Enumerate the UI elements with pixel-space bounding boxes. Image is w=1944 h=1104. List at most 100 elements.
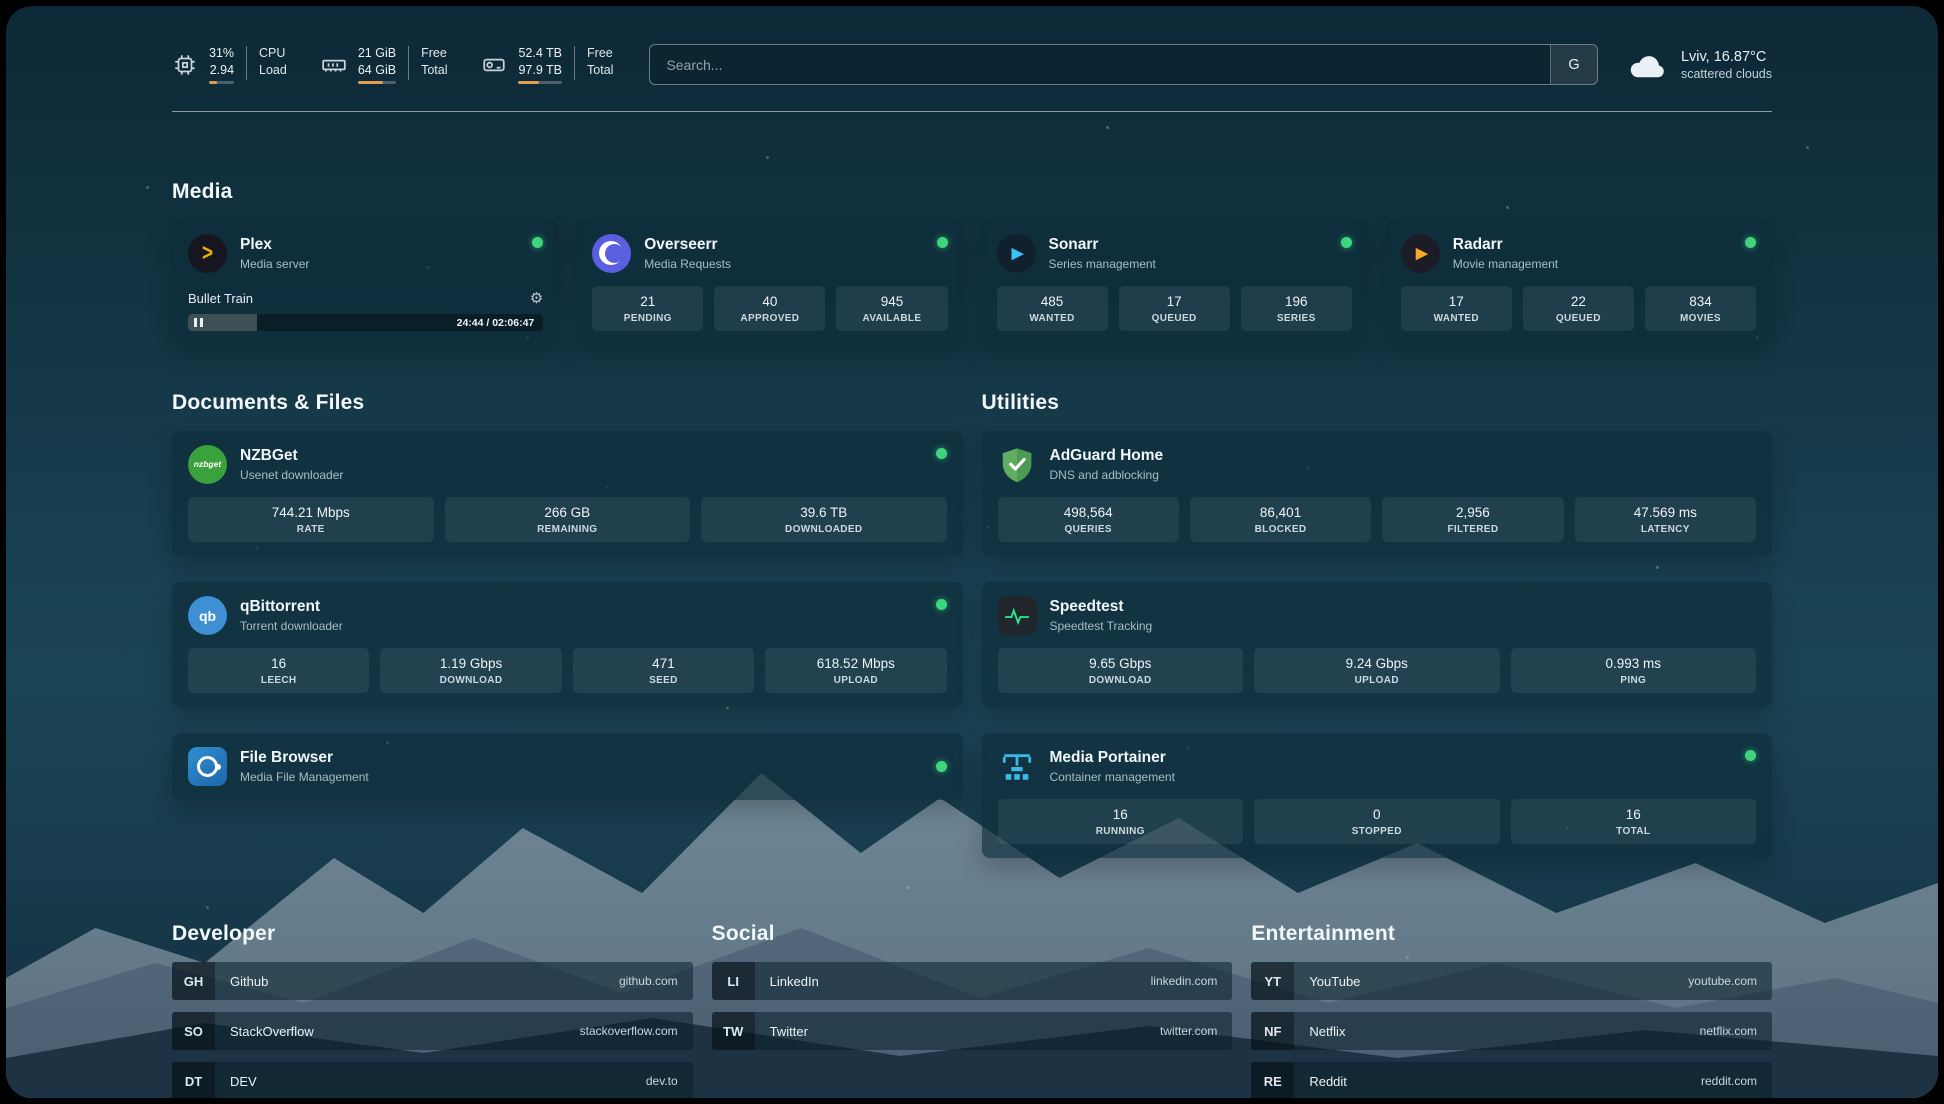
widget-divider [408, 46, 409, 81]
stat-total: 16 TOTAL [1511, 799, 1757, 844]
app-name: Media Portainer [1050, 749, 1175, 767]
search-input[interactable] [650, 45, 1550, 84]
settings-gear-icon[interactable] [530, 291, 543, 306]
bookmark-linkedin[interactable]: LI LinkedIn linkedin.com [712, 962, 1233, 1000]
ram-usage-bar [358, 81, 396, 84]
utilities-column: Utilities AdGuard Home DNS and [982, 391, 1773, 858]
disk-free: 52.4 TB [518, 45, 562, 62]
bookmark-url: youtube.com [1688, 974, 1757, 988]
app-name: Sonarr [1049, 236, 1156, 254]
status-dot [936, 448, 947, 459]
card-overseerr[interactable]: Overseerr Media Requests 21 PENDING 40 A… [576, 220, 963, 345]
weather-location-temp: Lviv, 16.87°C [1681, 49, 1772, 65]
bookmark-stackoverflow[interactable]: SO StackOverflow stackoverflow.com [172, 1012, 693, 1050]
ram-free: 21 GiB [358, 45, 396, 62]
bookmark-reddit[interactable]: RE Reddit reddit.com [1251, 1062, 1772, 1098]
bookmark-name: StackOverflow [230, 1024, 314, 1039]
bookmark-url: dev.to [646, 1074, 678, 1088]
stat-queued: 17 QUEUED [1119, 286, 1230, 331]
bookmark-abbr: NF [1251, 1012, 1294, 1050]
stat-latency: 47.569 ms LATENCY [1575, 497, 1756, 542]
speedtest-icon [998, 596, 1037, 635]
bookmark-url: github.com [619, 974, 678, 988]
section-media: Media > Plex Media server Bullet Train [172, 180, 1772, 345]
cpu-widget: 31% 2.94 CPU Load [172, 45, 287, 85]
disk-values: 52.4 TB 97.9 TB [518, 45, 562, 85]
cpu-percent: 31% [209, 45, 234, 62]
ram-total: 64 GiB [358, 62, 396, 79]
status-dot [1745, 750, 1756, 761]
bookmark-name: LinkedIn [770, 974, 819, 989]
media-card-grid: > Plex Media server Bullet Train [172, 220, 1772, 345]
search-box: G [649, 44, 1598, 85]
stat-leech: 16 LEECH [188, 648, 369, 693]
stat-pending: 21 PENDING [592, 286, 703, 331]
app-desc: Torrent downloader [240, 619, 343, 633]
bookmark-twitter[interactable]: TW Twitter twitter.com [712, 1012, 1233, 1050]
stat-ping: 0.993 ms PING [1511, 648, 1757, 693]
bookmark-github[interactable]: GH Github github.com [172, 962, 693, 1000]
now-playing-title: Bullet Train [188, 291, 253, 306]
card-plex[interactable]: > Plex Media server Bullet Train [172, 220, 559, 345]
bookmark-abbr: YT [1251, 962, 1294, 1000]
card-speedtest[interactable]: Speedtest Speedtest Tracking 9.65 Gbps D… [982, 582, 1773, 707]
app-name: Speedtest [1050, 598, 1153, 616]
stat-movies: 834 MOVIES [1645, 286, 1756, 331]
search-engine-button[interactable]: G [1550, 45, 1597, 84]
bookmark-name: YouTube [1309, 974, 1360, 989]
cpu-labels: CPU Load [259, 45, 287, 85]
card-adguard[interactable]: AdGuard Home DNS and adblocking 498,564 … [982, 431, 1773, 556]
stat-remaining: 266 GB REMAINING [445, 497, 691, 542]
bookmark-url: twitter.com [1160, 1024, 1217, 1038]
app-desc: Movie management [1453, 257, 1558, 271]
system-widgets: 31% 2.94 CPU Load [172, 45, 613, 85]
weather-condition: scattered clouds [1681, 67, 1772, 81]
app-name: AdGuard Home [1050, 447, 1164, 465]
plex-progress-bar[interactable]: 24:44 / 02:06:47 [188, 314, 543, 331]
bookmark-dev[interactable]: DT DEV dev.to [172, 1062, 693, 1098]
cpu-usage-bar [209, 81, 234, 84]
cloud-icon [1628, 50, 1668, 80]
card-portainer[interactable]: Media Portainer Container management 16 … [982, 733, 1773, 858]
stat-filtered: 2,956 FILTERED [1382, 497, 1563, 542]
card-filebrowser[interactable]: File Browser Media File Management [172, 733, 963, 800]
page-content: 31% 2.94 CPU Load [6, 6, 1938, 1098]
bookmark-name: Reddit [1309, 1074, 1347, 1089]
card-sonarr[interactable]: ▶ Sonarr Series management 485 WANTED [981, 220, 1368, 345]
disk-widget: 52.4 TB 97.9 TB Free Total [481, 45, 613, 85]
bookmark-url: netflix.com [1700, 1024, 1757, 1038]
weather-widget: Lviv, 16.87°C scattered clouds [1628, 49, 1772, 81]
bookmark-abbr: RE [1251, 1062, 1294, 1098]
card-radarr[interactable]: ▶ Radarr Movie management 17 WANTED [1385, 220, 1772, 345]
cpu-values: 31% 2.94 [209, 45, 234, 85]
bookmark-abbr: TW [712, 1012, 755, 1050]
app-desc: Container management [1050, 770, 1175, 784]
plex-now-playing: Bullet Train [188, 281, 543, 306]
status-dot [936, 761, 947, 772]
filebrowser-icon [188, 747, 227, 786]
pause-icon[interactable] [194, 318, 203, 327]
bookmark-url: reddit.com [1701, 1074, 1757, 1088]
status-dot [1341, 237, 1352, 248]
card-nzbget[interactable]: nzbget NZBGet Usenet downloader 744.21 M… [172, 431, 963, 556]
app-name: File Browser [240, 749, 369, 767]
disk-total: 97.9 TB [518, 62, 562, 79]
stat-approved: 40 APPROVED [714, 286, 825, 331]
bookmark-abbr: DT [172, 1062, 215, 1098]
adguard-icon [998, 445, 1037, 484]
bookmark-netflix[interactable]: NF Netflix netflix.com [1251, 1012, 1772, 1050]
portainer-icon [998, 747, 1037, 786]
bookmark-youtube[interactable]: YT YouTube youtube.com [1251, 962, 1772, 1000]
status-dot [936, 599, 947, 610]
stat-blocked: 86,401 BLOCKED [1190, 497, 1371, 542]
app-name: Overseerr [644, 236, 731, 254]
bookmark-url: linkedin.com [1151, 974, 1218, 988]
app-desc: DNS and adblocking [1050, 468, 1164, 482]
ram-widget: 21 GiB 64 GiB Free Total [321, 45, 448, 85]
header-divider [172, 111, 1772, 112]
dashboard-window: 31% 2.94 CPU Load [6, 6, 1938, 1098]
stat-stopped: 0 STOPPED [1254, 799, 1500, 844]
bookmark-name: Netflix [1309, 1024, 1345, 1039]
stat-download: 9.65 Gbps DOWNLOAD [998, 648, 1244, 693]
card-qbittorrent[interactable]: qb qBittorrent Torrent downloader 16 LEE… [172, 582, 963, 707]
